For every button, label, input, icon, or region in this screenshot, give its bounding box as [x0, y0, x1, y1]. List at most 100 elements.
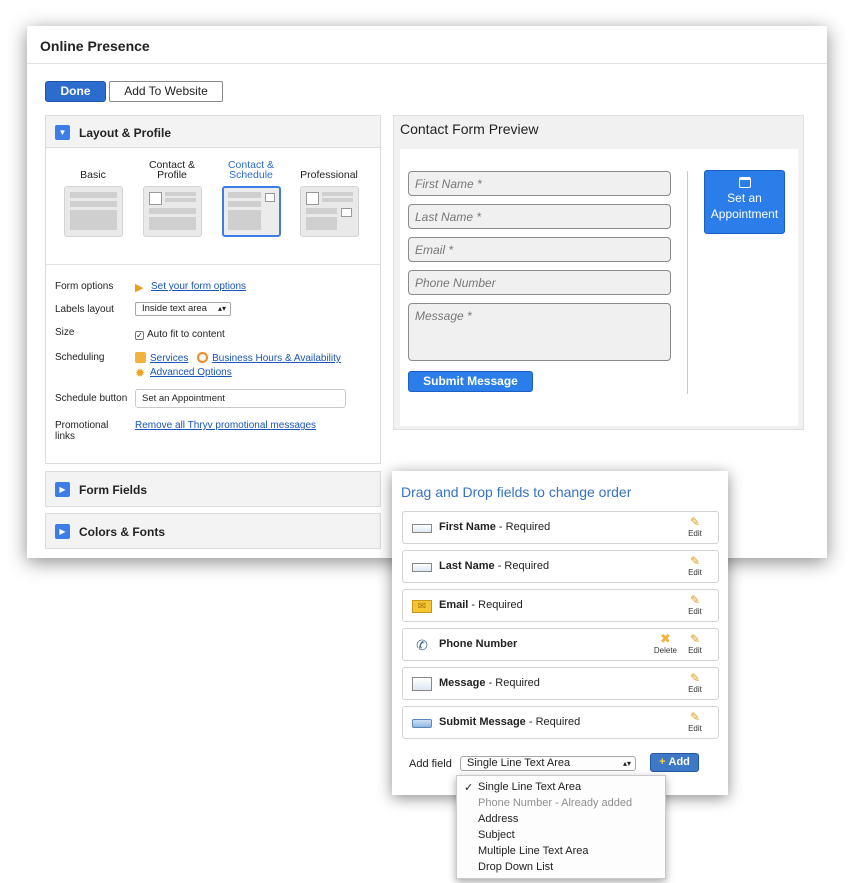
layout-option-professional[interactable]: Professional [294, 158, 364, 237]
collapse-arrow-icon[interactable]: ▼ [55, 125, 70, 140]
layout-name: Contact & Schedule [227, 159, 275, 181]
field-row-label: Phone Number [439, 638, 518, 650]
dropdown-option-phone-number: Phone Number - Already added [478, 797, 633, 809]
set-appointment-button[interactable]: Set an Appointment [704, 170, 785, 234]
dropdown-option-single-line[interactable]: Single Line Text Area [478, 781, 581, 793]
edit-button[interactable]: ✎ Edit [686, 515, 704, 538]
edit-button[interactable]: ✎ Edit [686, 593, 704, 616]
pencil-icon: ✎ [689, 710, 701, 724]
layout-option-contact-schedule[interactable]: Contact & Schedule [216, 158, 286, 237]
set-form-options-link[interactable]: Set your form options [151, 281, 246, 292]
labels-layout-label: Labels layout [55, 304, 114, 315]
dropdown-option-subject[interactable]: Subject [478, 829, 515, 841]
add-field-button[interactable]: + Add [650, 753, 699, 772]
form-options-row: ▶ Set your form options [135, 281, 246, 294]
window-title: Online Presence [27, 26, 827, 64]
pencil-icon: ✎ [689, 593, 701, 607]
schedule-button-input[interactable]: Set an Appointment [135, 389, 346, 408]
services-link[interactable]: Services [150, 353, 188, 364]
field-row-label: Last Name - Required [439, 560, 550, 572]
dropdown-option-address[interactable]: Address [478, 813, 518, 825]
field-row-label: First Name - Required [439, 521, 551, 533]
field-row-first-name[interactable]: First Name - Required ✎ Edit [402, 511, 719, 544]
form-fields-header[interactable]: ▶ Form Fields [45, 471, 381, 507]
field-row-email[interactable]: ✉ Email - Required ✎ Edit [402, 589, 719, 622]
layout-chooser: Basic Contact & Profile Contact & Schedu… [46, 148, 380, 265]
layout-thumbnail[interactable] [142, 186, 202, 237]
envelope-icon: ✉ [412, 600, 432, 613]
form-options-label: Form options [55, 281, 114, 292]
checkmark-icon: ✓ [464, 782, 474, 794]
advanced-options-link[interactable]: Advanced Options [150, 367, 232, 378]
layout-name: Contact & Profile [148, 159, 196, 181]
calendar-icon [264, 193, 275, 202]
contact-form-preview: Contact Form Preview First Name * Last N… [393, 115, 804, 430]
done-button[interactable]: Done [45, 81, 106, 102]
preview-first-name-field[interactable]: First Name * [408, 171, 671, 196]
flag-icon: ▶ [135, 282, 144, 294]
add-to-website-button[interactable]: Add To Website [109, 81, 223, 102]
text-field-icon [412, 524, 432, 533]
select-arrows-icon: ▴▾ [217, 304, 226, 313]
auto-fit-checkbox[interactable]: ✓ [135, 331, 144, 340]
settings-panel: ▼ Layout & Profile Basic Contact & Profil… [45, 115, 381, 549]
size-label: Size [55, 327, 75, 338]
field-row-phone-number[interactable]: ✆ Phone Number ✖ Delete ✎ Edit [402, 628, 719, 661]
edit-button[interactable]: ✎ Edit [686, 710, 704, 733]
calendar-icon [340, 208, 352, 217]
layout-thumbnail[interactable] [299, 186, 359, 237]
pencil-icon: ✎ [689, 671, 701, 685]
appointment-label-line2: Appointment [710, 207, 779, 221]
gear-icon: ✹ [135, 366, 146, 380]
layout-thumbnail[interactable] [63, 186, 123, 237]
layout-thumbnail[interactable] [221, 186, 281, 237]
expand-arrow-icon[interactable]: ▶ [55, 482, 70, 497]
clock-icon [197, 352, 209, 363]
edit-button[interactable]: ✎ Edit [686, 632, 704, 655]
delete-button[interactable]: ✖ Delete [654, 632, 677, 656]
field-row-submit-message[interactable]: Submit Message - Required ✎ Edit [402, 706, 719, 739]
layout-profile-title: Layout & Profile [79, 126, 172, 140]
size-row: ✓ Auto fit to content [135, 329, 225, 340]
add-field-label: Add field [409, 758, 452, 770]
colors-fonts-title: Colors & Fonts [79, 525, 165, 539]
dropdown-option-drop-down-list[interactable]: Drop Down List [478, 861, 553, 873]
preview-title: Contact Form Preview [400, 121, 539, 137]
layout-option-contact-profile[interactable]: Contact & Profile [137, 158, 207, 237]
field-row-label: Submit Message - Required [439, 716, 581, 728]
calendar-icon [738, 177, 751, 188]
layout-option-basic[interactable]: Basic [58, 158, 128, 237]
button-icon [412, 719, 432, 728]
layout-profile-header[interactable]: ▼ Layout & Profile [45, 115, 381, 148]
preview-phone-field[interactable]: Phone Number [408, 270, 671, 295]
add-field-dropdown: ✓ Single Line Text Area Phone Number - A… [456, 775, 666, 879]
layout-name: Professional [300, 169, 358, 181]
appointment-label-line1: Set an [727, 191, 762, 205]
preview-submit-button[interactable]: Submit Message [408, 371, 533, 392]
pencil-icon: ✎ [689, 515, 701, 529]
labels-layout-select[interactable]: Inside text area ▴▾ [135, 302, 231, 316]
promo-row: Remove all Thryv promotional messages [135, 420, 316, 431]
promotional-links-label: Promotional links [55, 420, 109, 442]
remove-promotional-link[interactable]: Remove all Thryv promotional messages [135, 420, 316, 431]
expand-arrow-icon[interactable]: ▶ [55, 524, 70, 539]
business-hours-link[interactable]: Business Hours & Availability [212, 353, 341, 364]
schedule-button-label: Schedule button [55, 393, 128, 404]
scheduling-label: Scheduling [55, 352, 105, 363]
dropdown-option-multi-line[interactable]: Multiple Line Text Area [478, 845, 588, 857]
edit-button[interactable]: ✎ Edit [686, 554, 704, 577]
layout-profile-body: Basic Contact & Profile Contact & Schedu… [45, 148, 381, 464]
colors-fonts-header[interactable]: ▶ Colors & Fonts [45, 513, 381, 549]
textarea-icon [412, 677, 432, 691]
divider [687, 171, 688, 394]
field-order-title: Drag and Drop fields to change order [401, 484, 632, 500]
field-row-last-name[interactable]: Last Name - Required ✎ Edit [402, 550, 719, 583]
add-field-select[interactable]: Single Line Text Area ▴▾ [460, 756, 636, 771]
preview-message-field[interactable]: Message * [408, 303, 671, 361]
layout-name: Basic [80, 169, 106, 181]
field-row-message[interactable]: Message - Required ✎ Edit [402, 667, 719, 700]
preview-email-field[interactable]: Email * [408, 237, 671, 262]
preview-last-name-field[interactable]: Last Name * [408, 204, 671, 229]
edit-button[interactable]: ✎ Edit [686, 671, 704, 694]
field-row-label: Email - Required [439, 599, 523, 611]
